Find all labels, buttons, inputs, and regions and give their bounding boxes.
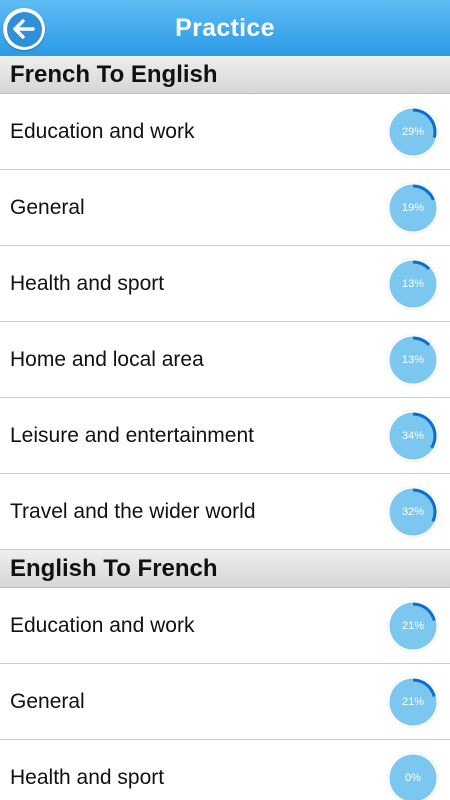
progress-percent-text: 0%	[405, 771, 421, 784]
topic-list-item[interactable]: General 19%	[0, 170, 450, 246]
progress-percent-text: 13%	[401, 353, 425, 366]
section-header: English To French	[0, 550, 450, 588]
progress-percent-text: 32%	[401, 505, 425, 518]
progress-percent-text: 34%	[401, 429, 425, 442]
progress-circle: 21%	[388, 601, 438, 651]
topic-label: Leisure and entertainment	[10, 423, 254, 447]
progress-circle: 29%	[388, 107, 438, 157]
topic-label: Education and work	[10, 613, 195, 637]
topic-list-item[interactable]: Travel and the wider world 32%	[0, 474, 450, 550]
progress-circle: 13%	[388, 259, 438, 309]
topic-list-item[interactable]: General 21%	[0, 664, 450, 740]
progress-percent-text: 21%	[401, 619, 425, 632]
progress-percent-text: 21%	[401, 695, 425, 708]
back-button[interactable]	[3, 8, 45, 50]
progress-percent-text: 13%	[401, 277, 425, 290]
topic-label: General	[10, 195, 85, 219]
topic-list-item[interactable]: Education and work 29%	[0, 94, 450, 170]
progress-percent-text: 29%	[401, 125, 425, 138]
progress-percent-text: 19%	[401, 201, 425, 214]
topic-list-item[interactable]: Education and work 21%	[0, 588, 450, 664]
topic-list-item[interactable]: Health and sport 13%	[0, 246, 450, 322]
back-arrow-icon	[6, 11, 42, 47]
progress-circle: 34%	[388, 411, 438, 461]
app-header: Practice	[0, 0, 450, 56]
topic-label: Home and local area	[10, 347, 204, 371]
practice-list: French To English Education and work 29% Ge…	[0, 56, 450, 800]
topic-label: General	[10, 689, 85, 713]
progress-circle: 21%	[388, 677, 438, 727]
topic-label: Education and work	[10, 119, 195, 143]
page-title: Practice	[175, 13, 275, 42]
section-title: French To English	[10, 60, 218, 88]
topic-list-item[interactable]: Leisure and entertainment 34%	[0, 398, 450, 474]
topic-list-item[interactable]: Health and sport 0%	[0, 740, 450, 800]
progress-circle: 32%	[388, 487, 438, 537]
topic-label: Health and sport	[10, 271, 165, 295]
progress-circle: 19%	[388, 183, 438, 233]
section-title: English To French	[10, 554, 218, 582]
app-screen: Practice French To English Education and …	[0, 0, 450, 800]
section-header: French To English	[0, 56, 450, 94]
progress-circle: 0%	[388, 753, 438, 800]
topic-list-item[interactable]: Home and local area 13%	[0, 322, 450, 398]
progress-circle: 13%	[388, 335, 438, 385]
topic-label: Travel and the wider world	[10, 499, 256, 523]
topic-label: Health and sport	[10, 765, 165, 789]
